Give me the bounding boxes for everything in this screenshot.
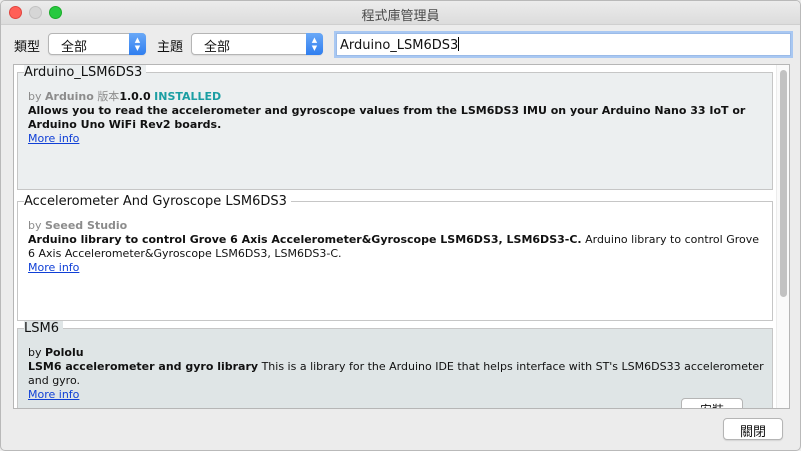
more-info-link[interactable]: More info <box>28 388 79 402</box>
list-scrollbar[interactable] <box>776 65 789 408</box>
chevron-updown-icon: ▲ ▼ <box>129 33 146 55</box>
scrollbar-thumb[interactable] <box>780 70 787 297</box>
chevron-updown-icon: ▲ ▼ <box>306 33 323 55</box>
library-name: Accelerometer And Gyroscope LSM6DS3 <box>24 194 291 210</box>
library-meta: by Arduino 版本1.0.0 INSTALLED <box>28 90 764 104</box>
library-meta: by Seeed Studio <box>28 219 764 233</box>
library-list[interactable]: Arduino_LSM6DS3 by Arduino 版本1.0.0 INSTA… <box>13 64 790 409</box>
type-filter-select[interactable]: 全部 ▲ ▼ <box>48 33 146 55</box>
library-description: Arduino library to control Grove 6 Axis … <box>28 233 764 261</box>
library-details: by Arduino 版本1.0.0 INSTALLED Allows you … <box>28 90 764 146</box>
library-details: by Pololu LSM6 accelerometer and gyro li… <box>28 346 764 402</box>
text-caret <box>458 37 460 51</box>
library-manager-window: 程式庫管理員 類型 全部 ▲ ▼ 主題 全部 ▲ ▼ Arduino_LSM6DS3… <box>0 0 801 451</box>
topic-filter-value: 全部 <box>204 40 231 55</box>
by-label: by <box>28 90 42 103</box>
library-meta: by Pololu <box>28 346 764 360</box>
library-name: Arduino_LSM6DS3 <box>24 65 147 81</box>
library-author: Seeed Studio <box>45 219 128 232</box>
library-details: by Seeed Studio Arduino library to contr… <box>28 219 764 275</box>
more-info-link[interactable]: More info <box>28 132 79 146</box>
library-description-bold: Arduino library to control Grove 6 Axis … <box>28 233 582 246</box>
search-input[interactable]: Arduino_LSM6DS3 <box>336 33 791 56</box>
window-title: 程式庫管理員 <box>361 9 440 24</box>
library-description: Allows you to read the accelerometer and… <box>28 104 764 132</box>
library-author: Pololu <box>45 346 84 359</box>
library-description: LSM6 accelerometer and gyro library This… <box>28 360 764 388</box>
type-filter-label: 類型 <box>14 40 41 55</box>
by-label: by <box>28 346 42 359</box>
library-item[interactable]: LSM6 by Pololu LSM6 accelerometer and gy… <box>17 321 773 408</box>
install-button[interactable]: 安裝 <box>681 398 743 408</box>
library-name: LSM6 <box>24 321 63 337</box>
installed-badge: INSTALLED <box>154 90 222 103</box>
version-prefix: 版本 <box>97 90 120 103</box>
search-input-value: Arduino_LSM6DS3 <box>340 38 459 53</box>
library-author: Arduino <box>45 90 94 103</box>
close-button[interactable]: 關閉 <box>723 418 783 440</box>
by-label: by <box>28 219 42 232</box>
topic-filter-select[interactable]: 全部 ▲ ▼ <box>191 33 323 55</box>
topic-filter-label: 主題 <box>157 40 184 55</box>
more-info-link[interactable]: More info <box>28 261 79 275</box>
library-item[interactable]: Accelerometer And Gyroscope LSM6DS3 by S… <box>17 194 773 321</box>
title-bar: 程式庫管理員 <box>1 1 800 25</box>
library-item[interactable]: Arduino_LSM6DS3 by Arduino 版本1.0.0 INSTA… <box>17 65 773 190</box>
type-filter-value: 全部 <box>61 40 88 55</box>
library-description-bold: Allows you to read the accelerometer and… <box>28 104 746 131</box>
library-version: 1.0.0 <box>119 90 151 103</box>
library-description-bold: LSM6 accelerometer and gyro library <box>28 360 259 373</box>
